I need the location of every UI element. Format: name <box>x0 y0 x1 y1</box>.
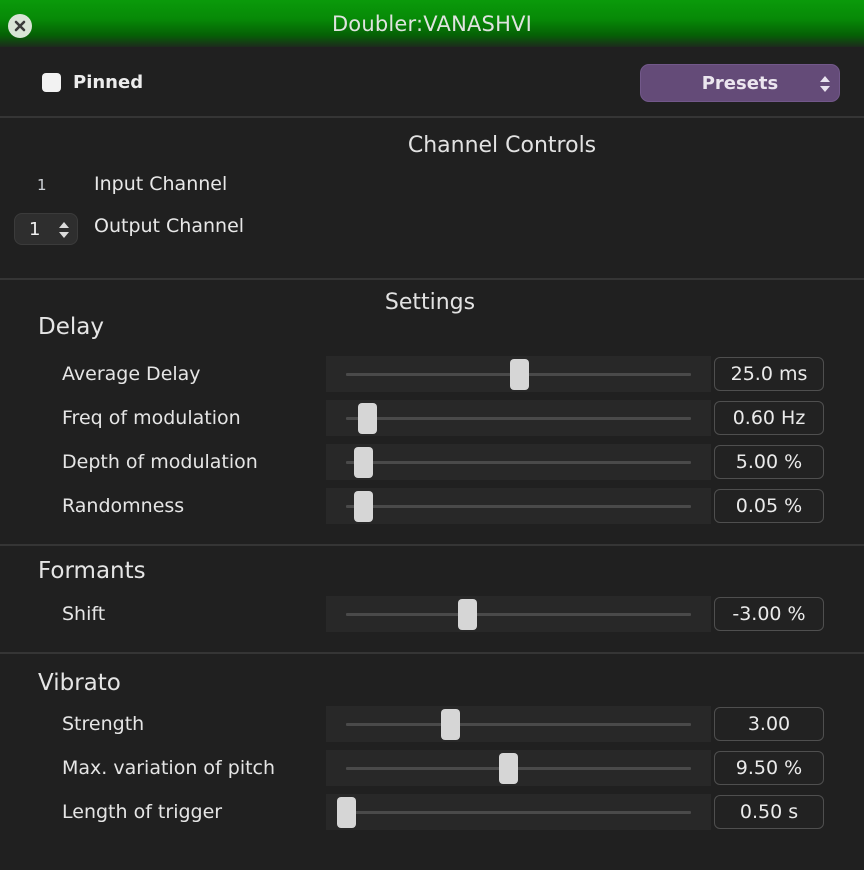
slider-thumb[interactable] <box>337 797 356 828</box>
up-down-arrows-icon <box>59 222 69 238</box>
title-bar: Doubler:VANASHVI <box>0 0 864 47</box>
param-label-max-variation-of-pitch: Max. variation of pitch <box>62 757 276 779</box>
up-down-arrows-icon <box>820 76 830 92</box>
param-label-shift: Shift <box>62 603 106 625</box>
value-depth-of-modulation[interactable]: 5.00 % <box>714 445 824 479</box>
pinned-label: Pinned <box>73 72 144 93</box>
param-label-length-of-trigger: Length of trigger <box>62 801 223 823</box>
output-channel-stepper[interactable]: 1 <box>14 213 78 245</box>
slider-strength[interactable] <box>326 706 711 742</box>
divider <box>0 278 864 280</box>
slider-max-variation-of-pitch[interactable] <box>326 750 711 786</box>
slider-thumb[interactable] <box>440 709 460 740</box>
input-channel-value: 1 <box>37 176 47 194</box>
slider-thumb[interactable] <box>354 447 374 478</box>
value-average-delay[interactable]: 25.0 ms <box>714 357 824 391</box>
presets-label: Presets <box>701 72 779 94</box>
pinned-toggle[interactable]: Pinned <box>42 72 143 93</box>
settings-title: Settings <box>384 290 476 315</box>
param-label-randomness: Randomness <box>62 495 185 517</box>
slider-freq-of-modulation[interactable] <box>326 400 711 436</box>
group-title-formants: Formants <box>38 558 146 584</box>
value-length-of-trigger[interactable]: 0.50 s <box>714 795 824 829</box>
divider <box>0 116 864 118</box>
slider-track <box>346 811 691 814</box>
slider-thumb[interactable] <box>509 359 529 390</box>
slider-thumb[interactable] <box>354 491 374 522</box>
param-label-average-delay: Average Delay <box>62 363 201 385</box>
output-channel-value: 1 <box>29 218 41 240</box>
slider-track <box>346 461 691 464</box>
slider-length-of-trigger[interactable] <box>326 794 711 830</box>
slider-thumb[interactable] <box>457 599 477 630</box>
presets-dropdown[interactable]: Presets <box>640 64 840 102</box>
slider-thumb[interactable] <box>357 403 377 434</box>
slider-shift[interactable] <box>326 596 711 632</box>
divider <box>0 652 864 654</box>
value-strength[interactable]: 3.00 <box>714 707 824 741</box>
slider-thumb[interactable] <box>499 753 519 784</box>
value-randomness[interactable]: 0.05 % <box>714 489 824 523</box>
slider-track <box>346 417 691 420</box>
slider-track <box>346 767 691 770</box>
value-shift[interactable]: -3.00 % <box>714 597 824 631</box>
divider <box>0 544 864 546</box>
value-freq-of-modulation[interactable]: 0.60 Hz <box>714 401 824 435</box>
slider-randomness[interactable] <box>326 488 711 524</box>
group-title-delay: Delay <box>38 314 104 340</box>
input-channel-label: Input Channel <box>94 173 228 195</box>
slider-track <box>346 505 691 508</box>
param-label-strength: Strength <box>62 713 145 735</box>
slider-track <box>346 723 691 726</box>
value-max-variation-of-pitch[interactable]: 9.50 % <box>714 751 824 785</box>
slider-average-delay[interactable] <box>326 356 711 392</box>
param-label-depth-of-modulation: Depth of modulation <box>62 451 258 473</box>
channel-controls-title: Channel Controls <box>407 133 597 158</box>
output-channel-label: Output Channel <box>94 215 245 237</box>
slider-track <box>346 613 691 616</box>
group-title-vibrato: Vibrato <box>38 670 121 696</box>
slider-depth-of-modulation[interactable] <box>326 444 711 480</box>
param-label-freq-of-modulation: Freq of modulation <box>62 407 241 429</box>
pinned-checkbox[interactable] <box>42 73 61 92</box>
window-title: Doubler:VANASHVI <box>331 12 533 36</box>
